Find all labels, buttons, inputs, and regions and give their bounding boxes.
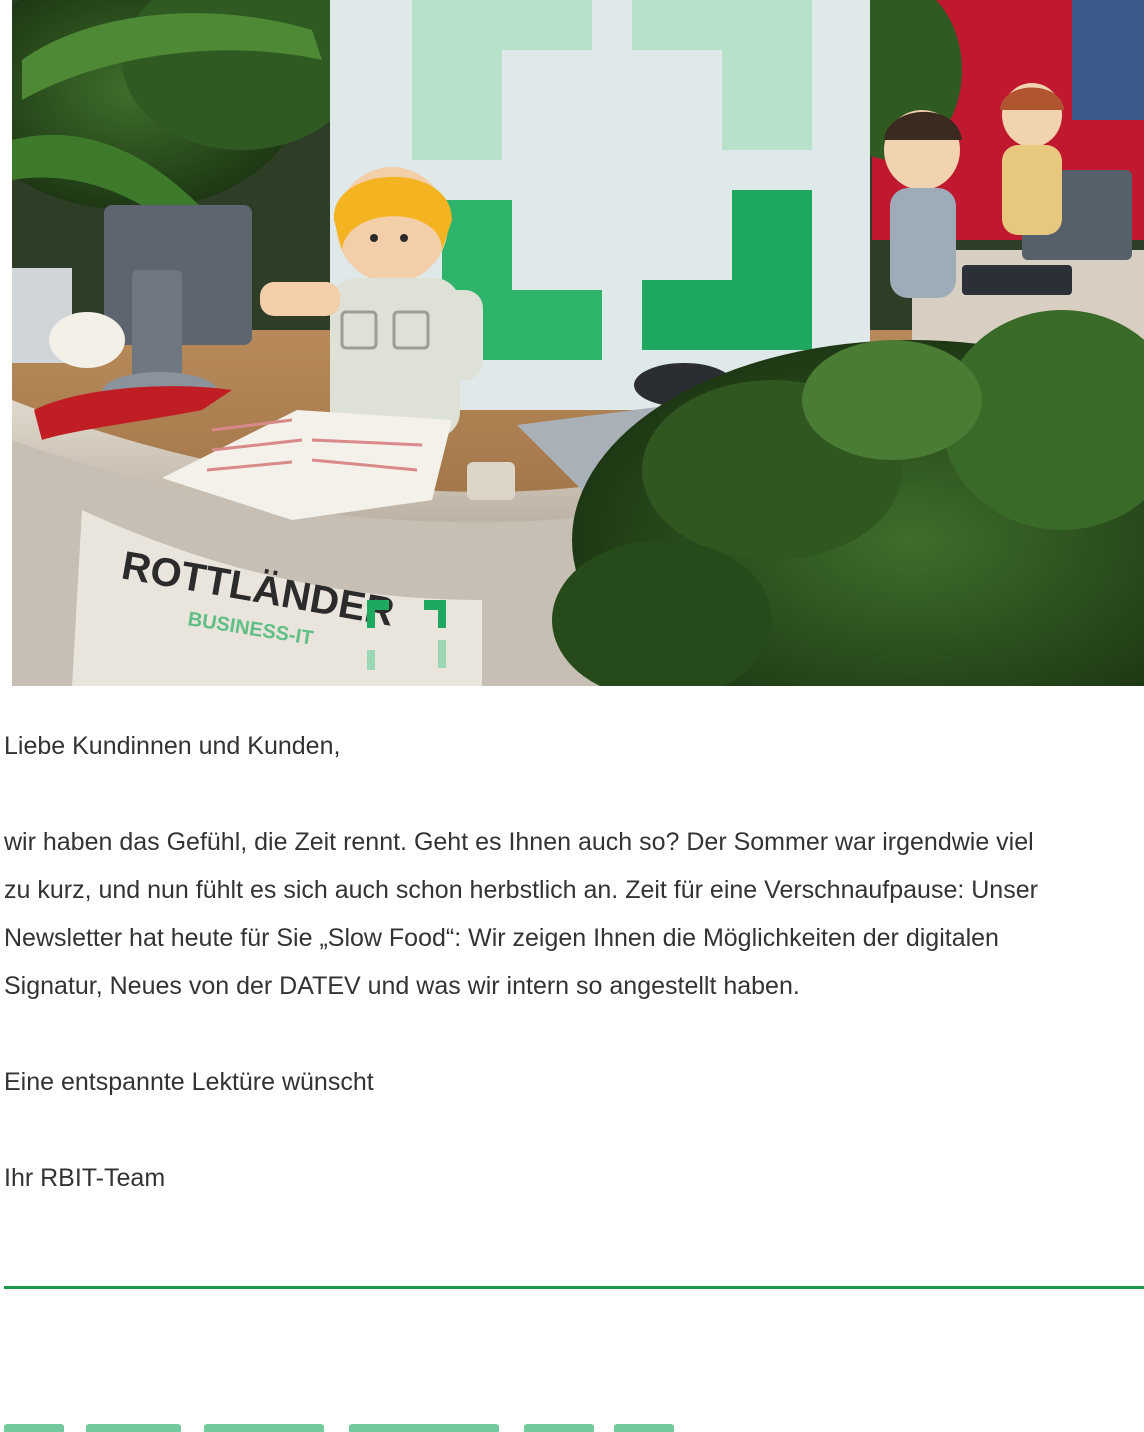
hero-image: ROTTLÄNDER BUSINESS-IT [12, 0, 1144, 686]
body-line-2: zu kurz, und nun fühlt es sich auch scho… [4, 876, 1038, 904]
next-section-heading-cutoff [4, 1418, 704, 1432]
greeting: Liebe Kundinnen und Kunden, [4, 732, 341, 760]
newsletter-intro: Liebe Kundinnen und Kunden, wir haben da… [4, 722, 1144, 1202]
body-line-3: Newsletter hat heute für Sie „Slow Food“… [4, 924, 999, 952]
body-line-1: wir haben das Gefühl, die Zeit rennt. Ge… [4, 828, 1034, 856]
body-line-4: Signatur, Neues von der DATEV und was wi… [4, 972, 800, 1000]
section-divider [4, 1286, 1144, 1289]
closing: Eine entspannte Lektüre wünscht [4, 1068, 374, 1096]
signature: Ihr RBIT-Team [4, 1164, 166, 1192]
hero-illustration: ROTTLÄNDER BUSINESS-IT [12, 0, 1144, 686]
